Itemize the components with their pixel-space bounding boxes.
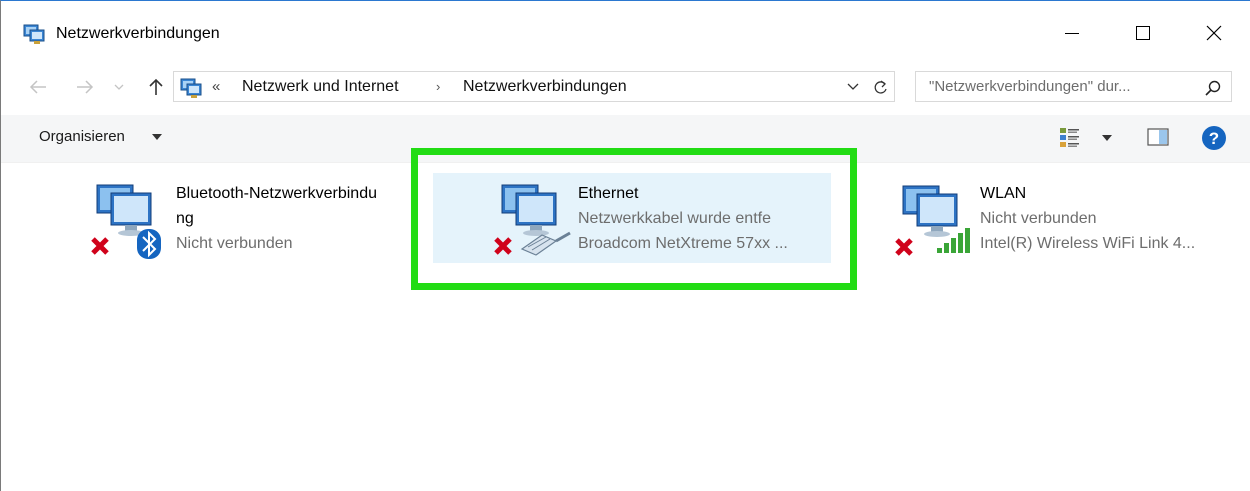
connection-info: WLAN Nicht verbunden Intel(R) Wireless W… — [980, 181, 1195, 256]
breadcrumb-separator[interactable]: › — [436, 79, 440, 94]
connection-name: Ethernet — [578, 185, 639, 202]
window-title: Netzwerkverbindungen — [56, 25, 220, 42]
ethernet-cable-icon — [520, 231, 571, 256]
minimize-button[interactable] — [1049, 15, 1095, 51]
breadcrumb-network-connections[interactable]: Netzwerkverbindungen — [463, 78, 627, 96]
back-button[interactable] — [25, 73, 51, 101]
network-connections-icon — [180, 78, 202, 98]
minimize-icon — [1065, 33, 1079, 34]
chevron-down-icon — [114, 84, 124, 90]
title-bar[interactable]: Netzwerkverbindungen — [1, 1, 1250, 47]
bluetooth-icon — [137, 229, 161, 259]
search-icon[interactable] — [1204, 79, 1222, 97]
connection-wlan[interactable]: WLAN Nicht verbunden Intel(R) Wireless W… — [888, 173, 1238, 263]
explorer-window: Netzwerkverbindungen « Netzwerk und Inte… — [0, 0, 1250, 491]
command-bar: Organisieren ? — [1, 115, 1250, 163]
navigation-bar: « Netzwerk und Internet › Netzwerkverbin… — [1, 61, 1250, 113]
caret-down-icon[interactable] — [151, 133, 163, 141]
refresh-icon — [874, 80, 887, 94]
help-icon[interactable]: ? — [1201, 125, 1227, 151]
connection-info: Bluetooth-Netzwerkverbindu ng Nicht verb… — [176, 181, 377, 256]
svg-text:?: ? — [1209, 129, 1219, 148]
arrow-right-icon — [77, 80, 94, 94]
organize-button[interactable]: Organisieren — [39, 128, 125, 145]
connection-ethernet[interactable]: Ethernet Netzwerkkabel wurde entfe Broad… — [433, 173, 831, 263]
connection-name: Bluetooth-Netzwerkverbindu ng — [176, 185, 377, 227]
connection-device: Intel(R) Wireless WiFi Link 4... — [980, 235, 1196, 252]
disconnected-x-icon — [494, 237, 512, 255]
maximize-icon — [1136, 26, 1150, 40]
breadcrumb-network-internet[interactable]: Netzwerk und Internet — [242, 78, 399, 96]
bluetooth-network-icon — [91, 184, 161, 259]
connection-bluetooth[interactable]: Bluetooth-Netzwerkverbindu ng Nicht verb… — [83, 173, 418, 263]
connection-status: Nicht verbunden — [980, 210, 1097, 227]
connection-device: Broadcom NetXtreme 57xx ... — [578, 235, 788, 252]
preview-pane-icon[interactable] — [1147, 128, 1169, 146]
connection-name: WLAN — [980, 185, 1027, 202]
address-bar[interactable]: « Netzwerk und Internet › Netzwerkverbin… — [173, 71, 895, 102]
close-button[interactable] — [1191, 15, 1237, 51]
maximize-button[interactable] — [1120, 15, 1166, 51]
close-icon — [1206, 25, 1222, 41]
disconnected-x-icon — [895, 238, 913, 256]
forward-button[interactable] — [72, 73, 98, 101]
recent-locations-button[interactable] — [109, 73, 129, 101]
up-button[interactable] — [143, 73, 169, 101]
ethernet-network-icon — [494, 184, 571, 256]
address-history-button[interactable] — [843, 77, 863, 97]
arrow-up-icon — [149, 78, 163, 95]
wlan-network-icon — [895, 185, 970, 256]
chevron-down-icon — [847, 83, 859, 90]
connection-status: Nicht verbunden — [176, 235, 293, 252]
refresh-button[interactable] — [870, 77, 892, 97]
network-connections-icon — [23, 24, 45, 44]
search-box[interactable]: "Netzwerkverbindungen" dur... — [915, 71, 1232, 102]
search-input[interactable]: "Netzwerkverbindungen" dur... — [929, 78, 1131, 95]
change-view-icon[interactable] — [1058, 125, 1082, 149]
arrow-left-icon — [29, 80, 46, 94]
breadcrumb-overflow[interactable]: « — [212, 78, 220, 95]
connection-info: Ethernet Netzwerkkabel wurde entfe Broad… — [578, 181, 788, 256]
disconnected-x-icon — [91, 237, 109, 255]
caret-down-icon[interactable] — [1101, 134, 1113, 142]
connection-status: Netzwerkkabel wurde entfe — [578, 210, 771, 227]
